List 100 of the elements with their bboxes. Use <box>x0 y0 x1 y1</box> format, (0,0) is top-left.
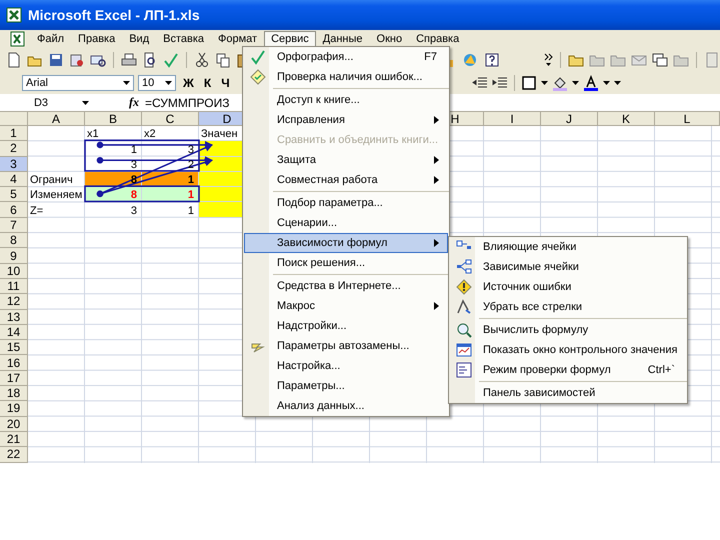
insert-function-label[interactable]: fx <box>129 95 139 110</box>
toolbar-options-icon[interactable] <box>544 52 553 68</box>
table-cell-text: x2 <box>143 127 157 142</box>
row-header[interactable]: 15 <box>0 340 28 356</box>
windows-icon[interactable] <box>652 52 668 68</box>
warning-icon <box>456 279 472 295</box>
column-header[interactable]: B <box>85 112 142 126</box>
dropdown-caret-icon[interactable] <box>603 81 610 85</box>
copy-icon[interactable] <box>215 52 231 68</box>
dropdown-caret-icon[interactable] <box>82 100 89 104</box>
menu-item[interactable]: Подбор параметра... <box>244 193 448 213</box>
menu-item[interactable]: Влияющие ячейки <box>450 237 686 257</box>
menu-item[interactable]: Убрать все стрелки <box>450 297 686 317</box>
watch-window-icon <box>456 342 472 358</box>
row-header[interactable]: 7 <box>0 218 28 234</box>
tracer-arrow[interactable] <box>96 158 213 198</box>
table-cell-text: Z= <box>29 204 44 218</box>
toolbar-options-icon[interactable] <box>614 81 621 85</box>
row-header[interactable]: 9 <box>0 248 28 264</box>
menu-item[interactable]: Средства в Интернете... <box>244 276 448 296</box>
row-header[interactable]: 13 <box>0 310 28 325</box>
dropdown-caret-icon[interactable] <box>123 81 130 85</box>
table-cell-text: 1 <box>130 142 138 157</box>
menu-item[interactable]: Настройка... <box>244 356 448 376</box>
menu-bar-item[interactable]: Справка <box>409 31 466 47</box>
spelling-check-icon[interactable] <box>163 52 179 68</box>
row-header[interactable]: 12 <box>0 294 28 310</box>
font-size-field[interactable]: 10 <box>138 75 176 91</box>
row-header[interactable]: 19 <box>0 401 28 417</box>
menu-item[interactable]: Показать окно контрольного значения <box>450 340 686 360</box>
row-header[interactable]: 3 <box>0 156 28 172</box>
error-check-icon <box>250 69 266 85</box>
font-style-button[interactable]: Ж <box>180 76 197 90</box>
formula-text[interactable]: =СУММПРОИЗ <box>145 96 230 110</box>
table-cell-text: Изменяем <box>29 188 84 202</box>
row-header[interactable]: 17 <box>0 370 28 386</box>
scissors-icon[interactable] <box>194 52 210 68</box>
menu-item[interactable]: Источник ошибки <box>450 277 686 297</box>
row-header[interactable]: 2 <box>0 141 28 157</box>
column-header[interactable]: A <box>28 112 85 126</box>
menu-bar-item[interactable]: Вид <box>122 31 156 47</box>
menu-bar-item[interactable]: Формат <box>211 31 264 47</box>
help-icon[interactable] <box>484 52 500 68</box>
row-header[interactable]: 5 <box>0 187 28 202</box>
menu-item[interactable]: Проверка наличия ошибок... <box>244 67 448 87</box>
name-box[interactable]: D3 <box>0 94 82 110</box>
menu-item[interactable]: Режим проверки формул Ctrl+` <box>450 360 686 380</box>
row-header[interactable]: 8 <box>0 233 28 248</box>
menu-item[interactable]: Зависимости формул <box>244 233 448 253</box>
menu-item[interactable]: Защита <box>244 150 448 170</box>
dropdown-caret-icon[interactable] <box>572 81 579 85</box>
row-header[interactable]: 16 <box>0 355 28 371</box>
column-header[interactable]: J <box>541 112 598 126</box>
row-header[interactable]: 1 <box>0 126 28 142</box>
menu-item[interactable]: Параметры... <box>244 376 448 396</box>
menu-item[interactable]: Совместная работа <box>244 170 448 190</box>
column-header[interactable]: L <box>655 112 720 126</box>
printer-icon[interactable] <box>121 52 137 68</box>
menu-bar-item[interactable]: Данные <box>316 31 370 47</box>
window-title: Microsoft Excel - ЛП-1.xls <box>28 7 200 23</box>
font-name-field[interactable]: Arial <box>22 75 134 91</box>
row-header[interactable]: 21 <box>0 432 28 448</box>
row-header[interactable]: 20 <box>0 416 28 432</box>
dropdown-caret-icon[interactable] <box>165 81 172 85</box>
row-header[interactable]: 11 <box>0 278 28 294</box>
menu-item[interactable]: Панель зависимостей <box>450 383 686 403</box>
menu-item[interactable]: Макрос <box>244 296 448 316</box>
menu-item[interactable]: Доступ к книге... <box>244 90 448 110</box>
menu-item[interactable]: Зависимые ячейки <box>450 257 686 277</box>
menu-item[interactable]: Сценарии... <box>244 213 448 233</box>
column-header[interactable]: I <box>484 112 541 126</box>
menu-bar-item[interactable]: Сервис <box>264 31 316 47</box>
row-header[interactable]: 6 <box>0 202 28 218</box>
row-header[interactable]: 4 <box>0 172 28 188</box>
column-header[interactable]: K <box>598 112 655 126</box>
font-color-icon[interactable] <box>583 75 599 91</box>
column-header[interactable]: C <box>142 112 199 126</box>
borders-icon[interactable] <box>521 75 537 91</box>
drawing-tools-icon[interactable] <box>462 52 478 68</box>
row-header[interactable]: 14 <box>0 324 28 340</box>
menu-bar-item[interactable]: Правка <box>71 31 122 47</box>
row-header[interactable]: 18 <box>0 386 28 402</box>
table-cell: 1 <box>142 187 199 202</box>
new-document-icon[interactable] <box>6 52 22 68</box>
font-style-button[interactable]: К <box>200 76 214 90</box>
fill-color-icon[interactable] <box>552 75 568 91</box>
row-header[interactable]: 22 <box>0 447 28 463</box>
menu-bar-item[interactable]: Файл <box>30 31 72 47</box>
menu-item[interactable]: Вычислить формулу <box>450 320 686 340</box>
menu-bar-item[interactable]: Окно <box>370 31 410 47</box>
menu-item[interactable]: Анализ данных... <box>244 396 448 416</box>
menu-item[interactable]: Поиск решения... <box>244 253 448 273</box>
menu-bar-item[interactable]: Вставка <box>156 31 212 47</box>
spreadsheet-document-icon[interactable] <box>10 31 26 47</box>
trace-dependents-icon <box>456 259 472 275</box>
menu-item[interactable]: Надстройки... <box>244 316 448 336</box>
dropdown-caret-icon[interactable] <box>541 81 548 85</box>
menu-item[interactable]: Параметры автозамены... <box>244 336 448 356</box>
font-style-button[interactable]: Ч <box>218 76 233 90</box>
row-header[interactable]: 10 <box>0 264 28 279</box>
